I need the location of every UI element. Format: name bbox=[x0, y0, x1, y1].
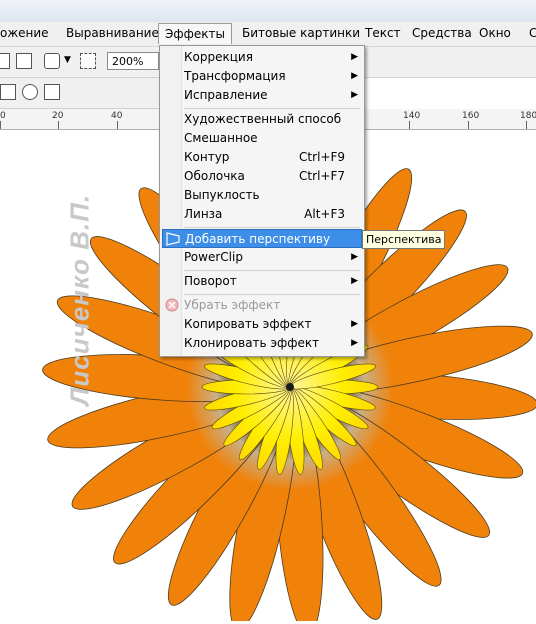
ruler-label: 40 bbox=[111, 111, 123, 121]
menu-item-shortcut: Ctrl+F9 bbox=[299, 150, 345, 164]
ruler-tick bbox=[0, 121, 1, 129]
property-toolbar bbox=[0, 78, 160, 109]
menu-item-label: Контур bbox=[184, 150, 230, 164]
menu-separator bbox=[184, 227, 360, 228]
submenu-arrow-icon: ▶ bbox=[351, 338, 358, 348]
menu-align[interactable]: Выравнивание bbox=[66, 26, 159, 40]
menu-item-copy-effect[interactable]: Копировать эффект ▶ bbox=[162, 315, 362, 334]
menu-bitmaps[interactable]: Битовые картинки bbox=[242, 26, 360, 40]
ruler-label: 160 bbox=[462, 111, 480, 121]
watermark-text: Лисиченко В.П. bbox=[64, 193, 95, 406]
menu-item-rotate[interactable]: Поворот ▶ bbox=[162, 272, 362, 291]
ruler-tick bbox=[58, 121, 59, 129]
ruler-tick bbox=[117, 121, 118, 129]
dropdown-arrow-icon[interactable]: ▼ bbox=[64, 55, 71, 65]
menu-item-powerclip[interactable]: PowerClip ▶ bbox=[162, 248, 362, 267]
clear-effect-icon bbox=[165, 298, 179, 312]
menu-item-label: Поворот bbox=[184, 274, 237, 288]
menu-item-label: Оболочка bbox=[184, 169, 245, 183]
menu-item-label: Художественный способ bbox=[184, 112, 342, 126]
flower-center bbox=[286, 383, 294, 391]
view-icon[interactable] bbox=[0, 84, 16, 100]
menu-item-shortcut: Ctrl+F7 bbox=[299, 169, 345, 183]
submenu-arrow-icon: ▶ bbox=[351, 71, 358, 81]
ruler-label: 20 bbox=[52, 111, 64, 121]
menu-window[interactable]: Окно bbox=[479, 26, 511, 40]
menu-separator bbox=[184, 294, 360, 295]
submenu-arrow-icon: ▶ bbox=[351, 276, 358, 286]
menu-item-label: Коррекция bbox=[184, 50, 253, 64]
menu-item-add-perspective[interactable]: Добавить перспективу bbox=[162, 229, 362, 248]
menu-text[interactable]: Текст bbox=[365, 26, 401, 40]
ruler-tick bbox=[409, 121, 410, 129]
menu-item-label: Исправление bbox=[184, 88, 268, 102]
menu-bar: ожение Выравнивание Эффекты Битовые карт… bbox=[0, 22, 536, 47]
menu-item-clear-effect: Убрать эффект bbox=[162, 296, 362, 315]
menu-item-label: Выпуклость bbox=[184, 188, 260, 202]
menu-arrange[interactable]: ожение bbox=[0, 26, 49, 40]
submenu-arrow-icon: ▶ bbox=[351, 52, 358, 62]
menu-help[interactable]: С bbox=[529, 26, 536, 40]
menu-tools[interactable]: Средства bbox=[412, 26, 472, 40]
menu-item-lens[interactable]: Линза Alt+F3 bbox=[162, 205, 362, 224]
menu-effects[interactable]: Эффекты bbox=[158, 23, 232, 44]
ruler-tick bbox=[526, 121, 527, 129]
menu-item-label: Трансформация bbox=[184, 69, 286, 83]
rotate-icon[interactable] bbox=[22, 84, 38, 100]
menu-item-fix[interactable]: Исправление ▶ bbox=[162, 86, 362, 105]
effects-menu: Коррекция ▶ Трансформация ▶ Исправление … bbox=[159, 45, 365, 357]
submenu-arrow-icon: ▶ bbox=[351, 252, 358, 262]
menu-item-label: Убрать эффект bbox=[184, 298, 281, 312]
menu-item-label: Смешанное bbox=[184, 131, 258, 145]
submenu-arrow-icon: ▶ bbox=[351, 90, 358, 100]
menu-item-label: Линза bbox=[184, 207, 223, 221]
menu-item-artistic-media[interactable]: Художественный способ bbox=[162, 110, 362, 129]
menu-separator bbox=[184, 270, 360, 271]
copy-icon[interactable] bbox=[16, 53, 32, 69]
transform-icon[interactable] bbox=[80, 53, 96, 69]
menu-separator bbox=[184, 108, 360, 109]
window-title-strip bbox=[0, 0, 536, 22]
menu-item-envelope[interactable]: Оболочка Ctrl+F7 bbox=[162, 167, 362, 186]
zoom-fit-icon[interactable] bbox=[44, 84, 60, 100]
submenu-arrow-icon: ▶ bbox=[351, 319, 358, 329]
menu-item-correction[interactable]: Коррекция ▶ bbox=[162, 48, 362, 67]
print-icon[interactable] bbox=[44, 53, 60, 69]
menu-item-blend[interactable]: Смешанное bbox=[162, 129, 362, 148]
perspective-tooltip: Перспектива bbox=[362, 230, 446, 249]
menu-item-contour[interactable]: Контур Ctrl+F9 bbox=[162, 148, 362, 167]
save-icon[interactable] bbox=[0, 53, 10, 69]
ruler-label: 0 bbox=[0, 111, 6, 121]
zoom-field[interactable]: 200% bbox=[107, 52, 159, 70]
perspective-icon bbox=[166, 232, 180, 246]
ruler-label: 180 bbox=[520, 111, 536, 121]
menu-item-label: Добавить перспективу bbox=[185, 232, 331, 246]
menu-item-transformation[interactable]: Трансформация ▶ bbox=[162, 67, 362, 86]
menu-item-label: PowerClip bbox=[184, 250, 243, 264]
menu-item-label: Копировать эффект bbox=[184, 317, 312, 331]
ruler-label: 140 bbox=[403, 111, 421, 121]
menu-item-extrude[interactable]: Выпуклость bbox=[162, 186, 362, 205]
menu-item-label: Клонировать эффект bbox=[184, 336, 320, 350]
menu-item-clone-effect[interactable]: Клонировать эффект ▶ bbox=[162, 334, 362, 353]
ruler-tick bbox=[468, 121, 469, 129]
menu-item-shortcut: Alt+F3 bbox=[304, 207, 345, 221]
